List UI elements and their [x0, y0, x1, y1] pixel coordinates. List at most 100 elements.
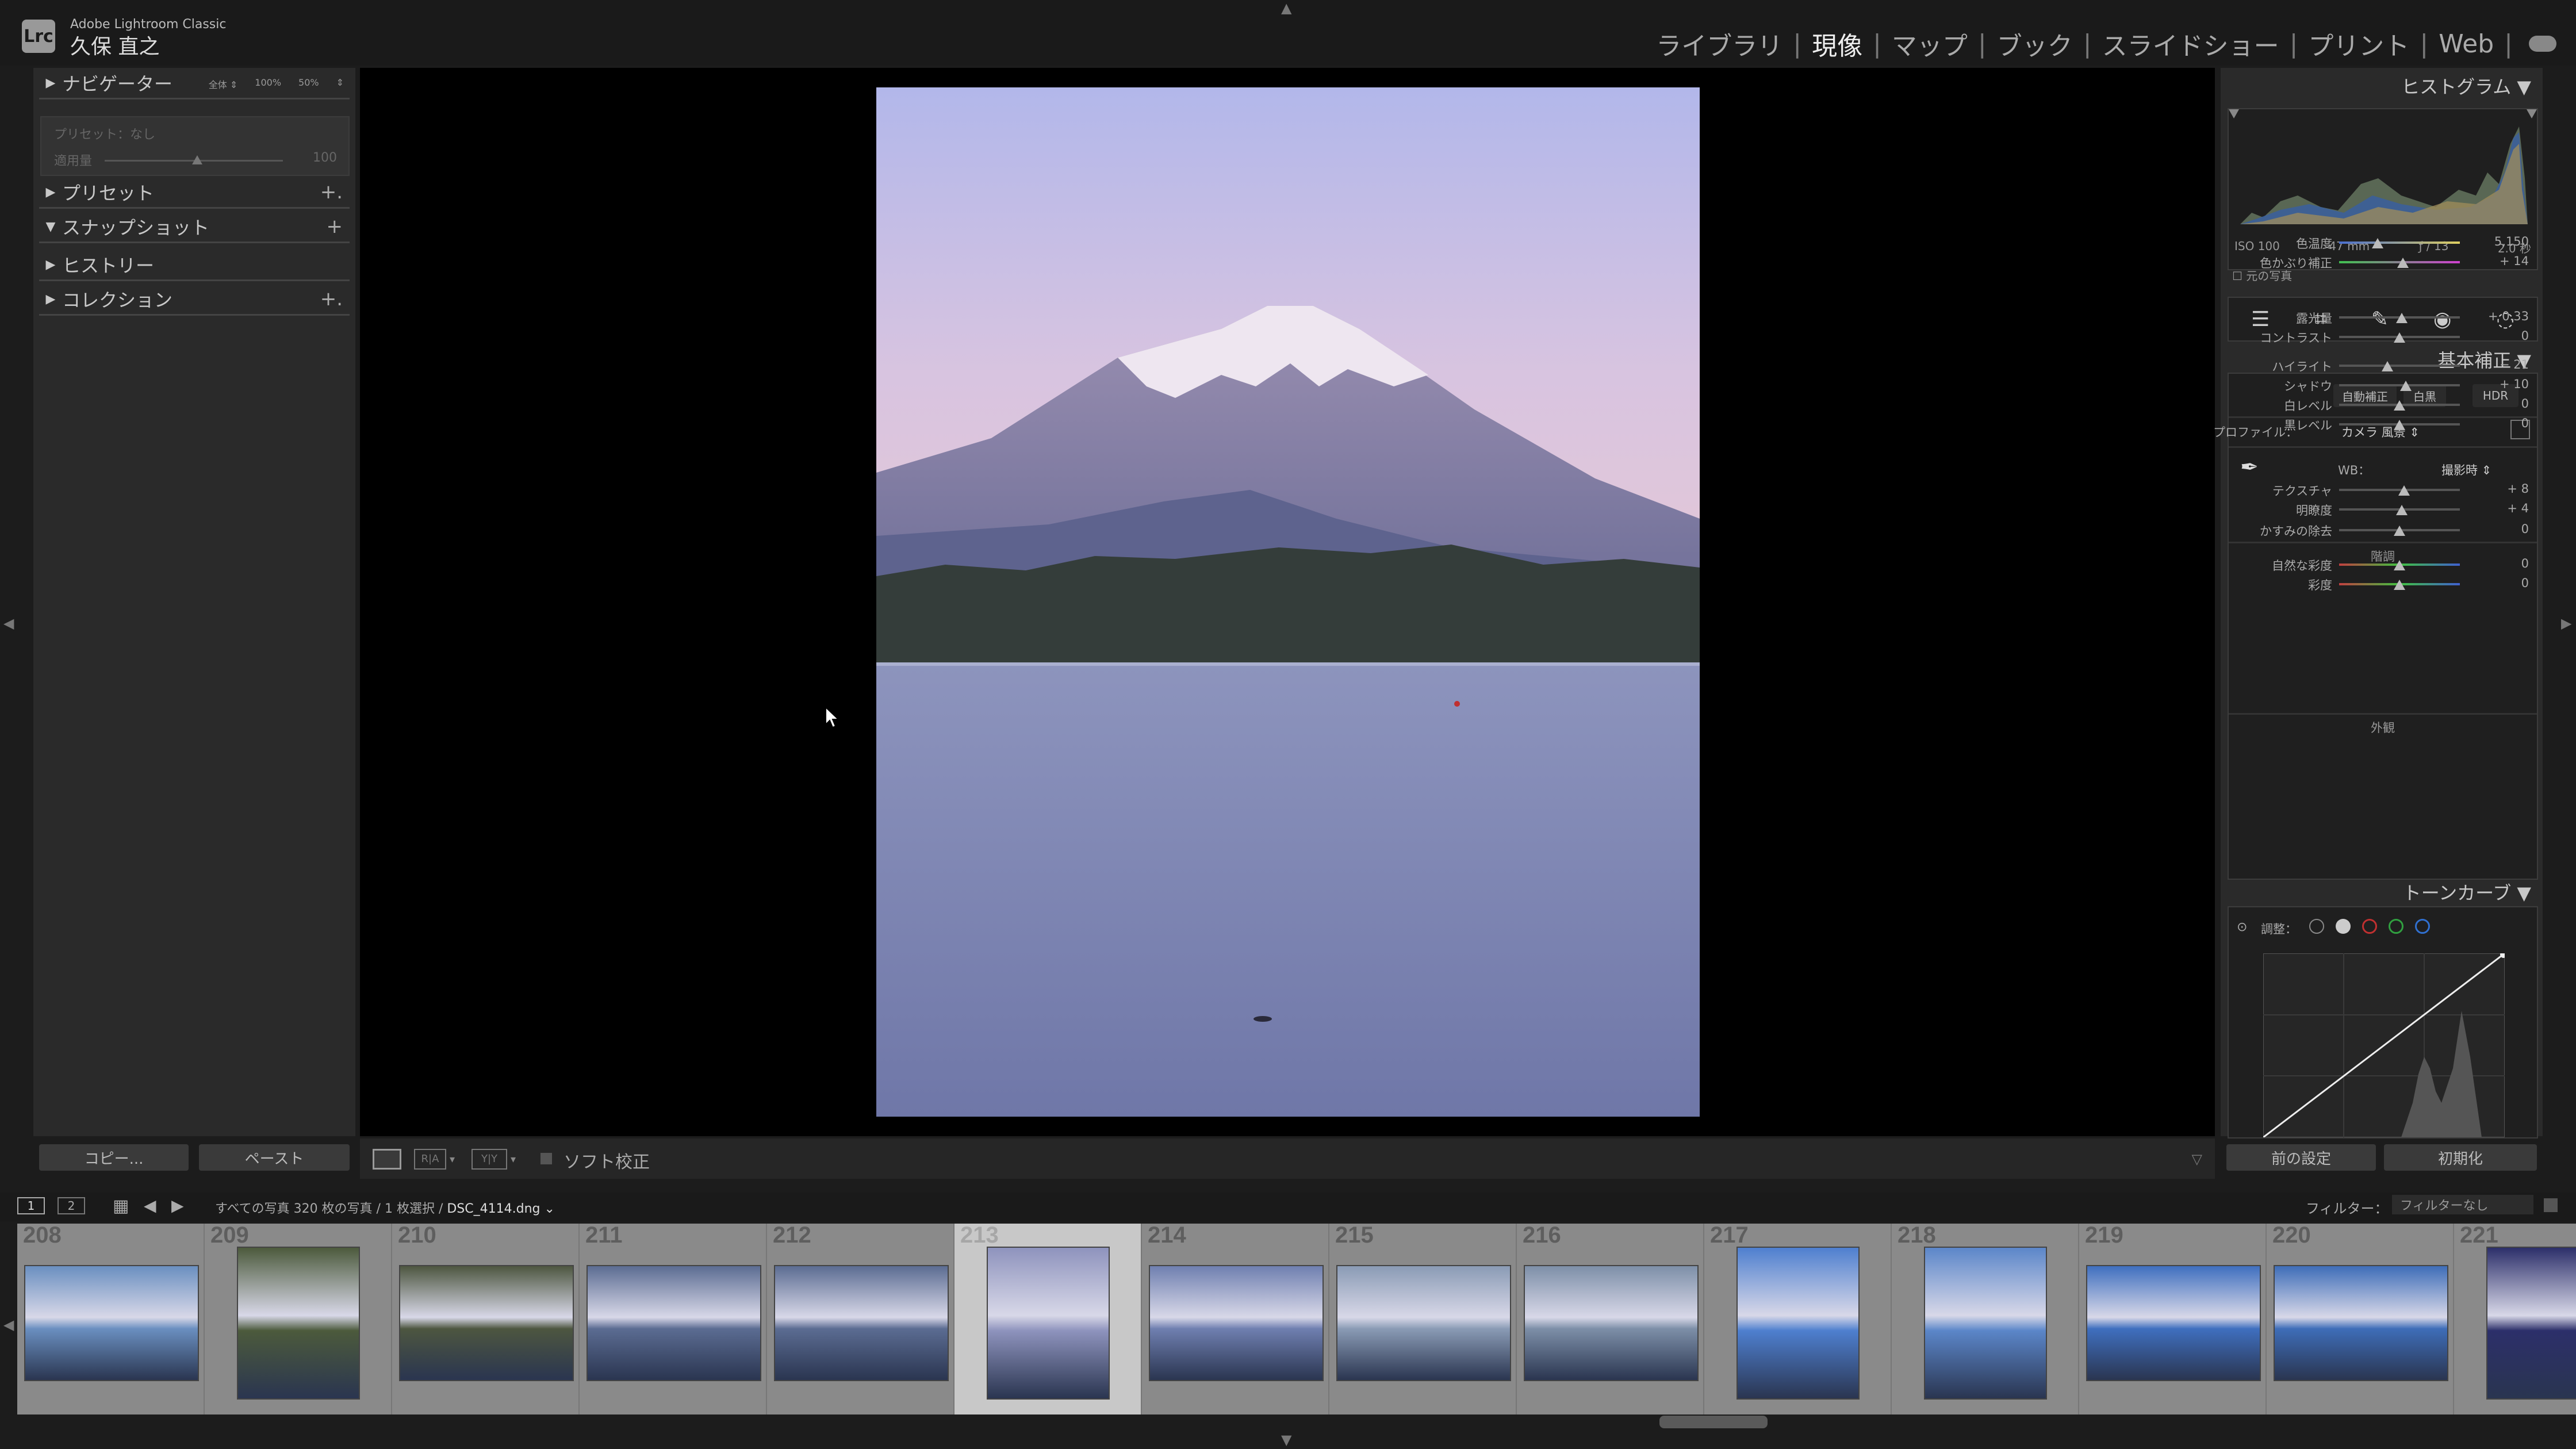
highlights-value[interactable]: − 21: [2483, 358, 2529, 371]
photo-thumbnail[interactable]: [1736, 1247, 1860, 1400]
temp-slider-track[interactable]: [2339, 241, 2460, 244]
point-curve-white-icon[interactable]: [2336, 919, 2351, 934]
filmstrip-cell[interactable]: 218: [1892, 1224, 2079, 1414]
filmstrip-cell[interactable]: 215: [1329, 1224, 1517, 1414]
saturation-value[interactable]: 0: [2483, 576, 2529, 590]
filter-dropdown[interactable]: フィルターなし: [2392, 1195, 2533, 1214]
photo-thumbnail[interactable]: [1336, 1265, 1511, 1381]
photo-thumbnail[interactable]: [2086, 1265, 2261, 1381]
photo-thumbnail[interactable]: [987, 1247, 1110, 1400]
shadows-value[interactable]: + 10: [2483, 377, 2529, 391]
whites-slider-thumb[interactable]: [2394, 400, 2405, 411]
red-eye-icon[interactable]: ◉: [2433, 308, 2451, 331]
temp-value[interactable]: 5,150: [2483, 235, 2529, 248]
blacks-value[interactable]: 0: [2483, 416, 2529, 430]
dehaze-slider-thumb[interactable]: [2394, 526, 2405, 536]
presets-header[interactable]: ▶ プリセット +.: [39, 177, 350, 209]
target-adjust-icon[interactable]: ⊙: [2237, 920, 2247, 934]
contrast-value[interactable]: 0: [2483, 329, 2529, 343]
zoom-100[interactable]: 100%: [255, 77, 281, 91]
reset-button[interactable]: 初期化: [2384, 1144, 2537, 1171]
add-collection-icon[interactable]: +.: [320, 288, 343, 310]
zoom-more[interactable]: ⇕: [336, 77, 344, 91]
module-map[interactable]: マップ: [1881, 25, 1978, 62]
window-1-button[interactable]: 1: [17, 1197, 45, 1214]
photo-thumbnail[interactable]: [586, 1265, 761, 1381]
filmstrip-cell[interactable]: 212: [767, 1224, 954, 1414]
module-library[interactable]: ライブラリ: [1646, 25, 1793, 62]
copy-button[interactable]: コピー...: [39, 1144, 189, 1171]
module-print[interactable]: プリント: [2298, 25, 2420, 62]
add-snapshot-icon[interactable]: +: [327, 215, 343, 238]
history-header[interactable]: ▶ ヒストリー: [39, 250, 350, 281]
photo-thumbnail[interactable]: [774, 1265, 949, 1381]
main-photo[interactable]: [876, 87, 1700, 1117]
tone-curve-title[interactable]: トーンカーブ ▼: [2403, 879, 2531, 905]
zoom-fit[interactable]: 全体 ⇕: [209, 77, 238, 91]
toolbar-content-menu-icon[interactable]: ▽: [2192, 1151, 2202, 1167]
photo-thumbnail[interactable]: [1924, 1247, 2047, 1400]
before-after-icon[interactable]: R|A: [414, 1149, 446, 1170]
filmstrip-cell[interactable]: 214: [1142, 1224, 1329, 1414]
point-curve-blue-icon[interactable]: [2415, 919, 2430, 934]
filmstrip-lock-icon[interactable]: [2544, 1198, 2558, 1212]
texture-value[interactable]: + 8: [2483, 482, 2529, 496]
swap-before-after-icon[interactable]: Y|Y: [471, 1149, 507, 1170]
module-web[interactable]: Web: [2428, 29, 2504, 59]
tone-curve-graph[interactable]: [2263, 953, 2505, 1137]
filmstrip-cell[interactable]: 216: [1517, 1224, 1704, 1414]
photo-thumbnail[interactable]: [2486, 1247, 2576, 1400]
photo-thumbnail[interactable]: [1524, 1265, 1699, 1381]
photo-thumbnail[interactable]: [1149, 1265, 1324, 1381]
histogram-title[interactable]: ヒストグラム ▼: [2401, 72, 2531, 99]
filmstrip-scrollbar[interactable]: [1659, 1416, 1768, 1428]
loupe-view-icon[interactable]: [373, 1149, 401, 1170]
forward-arrow-icon[interactable]: ▶: [171, 1196, 184, 1215]
previous-settings-button[interactable]: 前の設定: [2226, 1144, 2376, 1171]
point-curve-red-icon[interactable]: [2362, 919, 2377, 934]
exposure-value[interactable]: + 0.33: [2483, 309, 2529, 323]
tint-value[interactable]: + 14: [2483, 254, 2529, 268]
add-preset-icon[interactable]: +.: [320, 181, 343, 204]
highlights-slider-thumb[interactable]: [2382, 361, 2393, 371]
texture-slider-thumb[interactable]: [2398, 485, 2410, 496]
photo-thumbnail[interactable]: [2274, 1265, 2448, 1381]
dehaze-value[interactable]: 0: [2483, 522, 2529, 536]
filmstrip-cell[interactable]: 210: [392, 1224, 580, 1414]
filmstrip-cell[interactable]: 209: [205, 1224, 392, 1414]
back-arrow-icon[interactable]: ◀: [144, 1196, 156, 1215]
paste-button[interactable]: ペースト: [199, 1144, 350, 1171]
collections-header[interactable]: ▶ コレクション +.: [39, 284, 350, 316]
photo-thumbnail[interactable]: [24, 1265, 199, 1381]
amount-slider-thumb[interactable]: [192, 155, 202, 164]
window-2-button[interactable]: 2: [57, 1197, 85, 1214]
blacks-slider-thumb[interactable]: [2394, 420, 2405, 430]
profile-dropdown[interactable]: カメラ 風景 ⇕: [2341, 423, 2420, 440]
before-after-dropdown-icon[interactable]: ▾: [450, 1153, 455, 1166]
photo-thumbnail[interactable]: [399, 1265, 574, 1381]
wb-dropdown[interactable]: 撮影時 ⇕: [2441, 461, 2491, 478]
healing-icon[interactable]: ✎: [2371, 308, 2389, 331]
highlights-slider-track[interactable]: [2339, 365, 2460, 367]
saturation-slider-thumb[interactable]: [2394, 580, 2405, 590]
right-panel-toggle-icon[interactable]: ▶: [2561, 615, 2571, 631]
filmstrip-scroll-left-icon[interactable]: ◀: [3, 1317, 14, 1333]
left-panel-toggle-icon[interactable]: ◀: [3, 615, 14, 631]
zoom-50[interactable]: 50%: [298, 77, 319, 91]
bottom-panel-toggle-icon[interactable]: ▼: [1281, 1432, 1291, 1448]
swap-dropdown-icon[interactable]: ▾: [511, 1153, 516, 1166]
module-develop[interactable]: 現像: [1801, 25, 1873, 62]
vibrance-slider-thumb[interactable]: [2394, 560, 2405, 570]
module-book[interactable]: ブック: [1987, 25, 2083, 62]
filmstrip-cell[interactable]: 213: [954, 1224, 1142, 1414]
parametric-curve-icon[interactable]: [2309, 919, 2324, 934]
wb-eyedropper-icon[interactable]: ✒: [2240, 454, 2259, 480]
filmstrip-cell[interactable]: 220: [2267, 1224, 2454, 1414]
temp-slider-thumb[interactable]: [2372, 238, 2384, 248]
filmstrip-cell[interactable]: 221: [2454, 1224, 2576, 1414]
contrast-slider-thumb[interactable]: [2394, 332, 2405, 343]
exposure-slider-thumb[interactable]: [2396, 313, 2408, 323]
top-panel-toggle-icon[interactable]: ▲: [1281, 0, 1291, 16]
filmstrip-cell[interactable]: 219: [2079, 1224, 2267, 1414]
shadows-slider-thumb[interactable]: [2399, 381, 2412, 391]
